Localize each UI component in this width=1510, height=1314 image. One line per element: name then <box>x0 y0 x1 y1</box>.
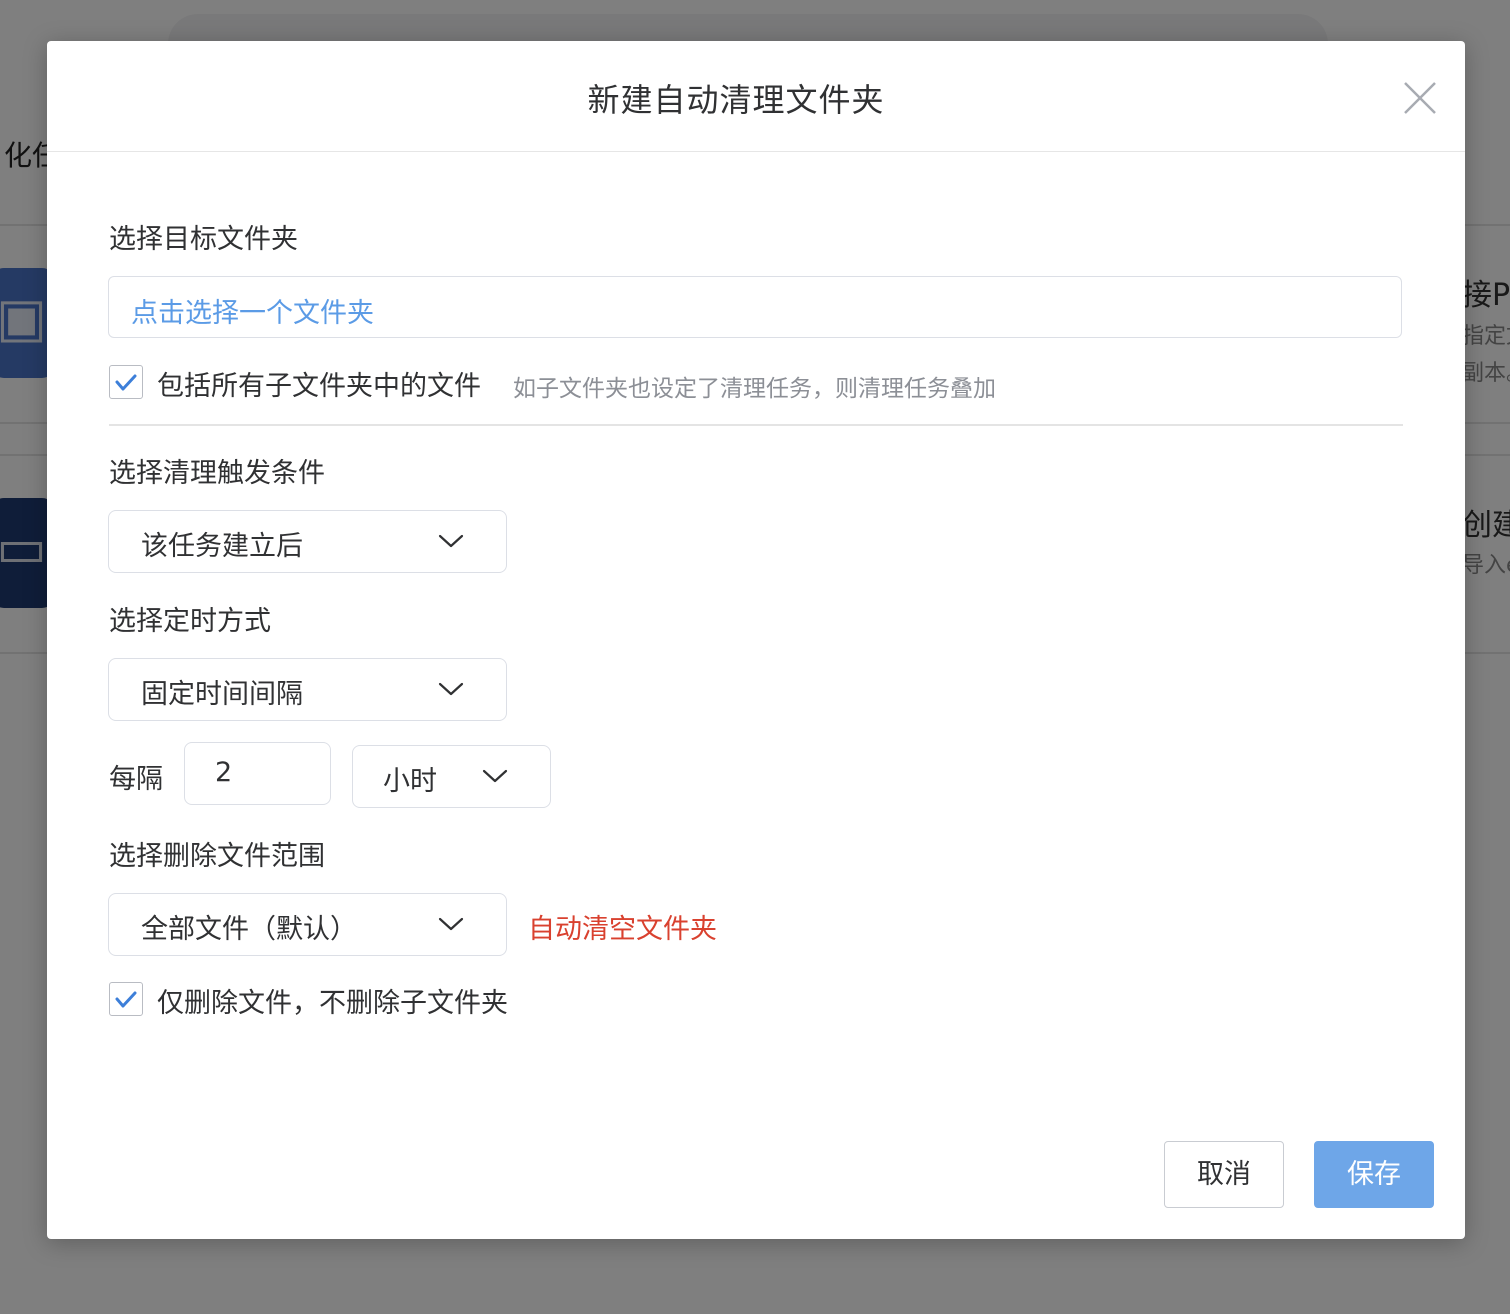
save-button[interactable]: 保存 <box>1314 1141 1434 1208</box>
folder-picker-placeholder: 点击选择一个文件夹 <box>131 298 374 329</box>
timing-select[interactable]: 固定时间间隔 <box>108 658 507 721</box>
trigger-select[interactable]: 该任务建立后 <box>108 510 507 573</box>
checkmark-icon <box>115 374 137 391</box>
chevron-down-icon <box>438 534 464 548</box>
close-icon <box>1404 82 1436 114</box>
interval-unit-value: 小时 <box>383 766 437 797</box>
delete-scope-select-value: 全部文件（默认） <box>141 914 357 945</box>
trigger-select-value: 该任务建立后 <box>141 531 303 562</box>
dialog-header: 新建自动清理文件夹 <box>47 41 1465 152</box>
include-subfolders-hint: 如子文件夹也设定了清理任务，则清理任务叠加 <box>513 376 996 402</box>
folder-picker-input[interactable]: 点击选择一个文件夹 <box>108 276 1402 338</box>
interval-unit-select[interactable]: 小时 <box>352 745 551 808</box>
interval-value: 2 <box>215 757 233 788</box>
new-auto-clean-folder-dialog: 新建自动清理文件夹 选择目标文件夹 点击选择一个文件夹 包括所有子文件夹中的文件… <box>47 41 1465 1239</box>
chevron-down-icon <box>438 682 464 696</box>
delete-scope-warning: 自动清空文件夹 <box>528 914 717 945</box>
chevron-down-icon <box>438 917 464 931</box>
timing-select-value: 固定时间间隔 <box>141 679 303 710</box>
target-folder-label: 选择目标文件夹 <box>109 224 298 255</box>
delete-scope-select[interactable]: 全部文件（默认） <box>108 893 507 956</box>
trigger-label: 选择清理触发条件 <box>109 458 325 489</box>
include-subfolders-checkbox[interactable] <box>109 365 143 399</box>
files-only-label: 仅删除文件，不删除子文件夹 <box>157 988 508 1019</box>
include-subfolders-label: 包括所有子文件夹中的文件 <box>157 371 481 402</box>
delete-scope-label: 选择删除文件范围 <box>109 841 325 872</box>
checkmark-icon <box>115 991 137 1008</box>
section-divider <box>109 424 1403 426</box>
files-only-checkbox[interactable] <box>109 982 143 1016</box>
close-button[interactable] <box>1401 79 1439 117</box>
timing-label: 选择定时方式 <box>109 606 271 637</box>
cancel-button[interactable]: 取消 <box>1164 1141 1284 1208</box>
dialog-title: 新建自动清理文件夹 <box>587 81 885 119</box>
chevron-down-icon <box>482 769 508 783</box>
interval-label: 每隔 <box>109 764 163 795</box>
interval-value-input[interactable]: 2 <box>184 742 331 805</box>
